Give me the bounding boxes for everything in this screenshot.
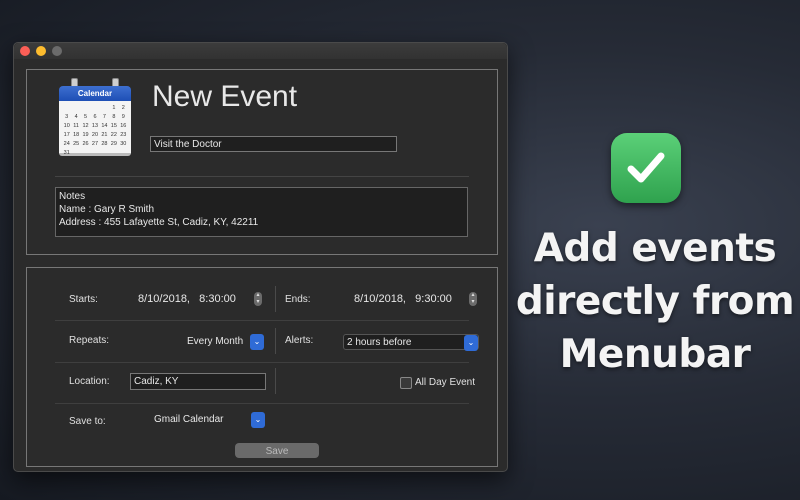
calendar-icon-day: 30: [120, 141, 127, 147]
calendar-icon-day: [100, 104, 109, 112]
calendar-icon-day: 27: [91, 141, 99, 147]
notes-textarea[interactable]: Notes Name : Gary R Smith Address : 455 …: [55, 187, 468, 237]
calendar-icon-day: 26: [82, 141, 89, 147]
row-separator: [55, 320, 469, 321]
calendar-icon-day: 9: [121, 114, 125, 120]
event-details-panel: Calendar 1 2 3 4 5 6 7 8 9 10 11 12 13 14 15 16 17 18 19 20…: [26, 69, 498, 255]
calendar-icon-day: 2: [121, 105, 125, 111]
calendar-icon-day: [62, 104, 71, 112]
calendar-icon-day: 7: [102, 114, 106, 120]
calendar-icon-day: 6: [93, 114, 97, 120]
calendar-icon-day: 5: [84, 114, 88, 120]
starts-stepper[interactable]: ▴ ▾: [254, 292, 262, 306]
alerts-value: 2 hours before: [347, 337, 412, 348]
row-separator: [55, 362, 469, 363]
calendar-icon-day: 23: [120, 132, 127, 138]
calendar-icon-day: 22: [110, 132, 117, 138]
calendar-icon-label: Calendar: [59, 86, 131, 101]
column-separator: [275, 328, 276, 354]
calendar-icon-day: [81, 104, 90, 112]
save-to-value: Gmail Calendar: [154, 414, 224, 425]
location-input[interactable]: Cadiz, KY: [130, 373, 266, 390]
calendar-icon-day: 10: [63, 123, 70, 129]
title-bar: [14, 43, 507, 59]
page-title: New Event: [152, 80, 298, 113]
repeats-label: Repeats:: [69, 335, 110, 346]
all-day-label: All Day Event: [415, 377, 476, 388]
promo-line: Add events: [533, 226, 777, 271]
calendar-icon-day: 24: [63, 141, 70, 147]
calendar-icon-day: 11: [73, 123, 79, 129]
calendar-icon-day: 29: [110, 141, 117, 147]
calendar-icon-day: 14: [101, 123, 108, 129]
calendar-icon: Calendar 1 2 3 4 5 6 7 8 9 10 11 12 13 14 15 16 17 18 19 20…: [57, 78, 133, 160]
row-separator: [55, 403, 469, 404]
column-separator: [275, 368, 276, 394]
calendar-icon-day: 17: [63, 132, 70, 138]
checkmark-badge: [611, 133, 681, 203]
close-button[interactable]: [20, 46, 30, 56]
promo-line: directly from: [515, 279, 795, 324]
promo-line: Menubar: [559, 332, 751, 377]
column-separator: [275, 286, 276, 312]
all-day-checkbox[interactable]: [400, 377, 412, 389]
calendar-icon-day: 13: [91, 123, 99, 129]
location-label: Location:: [69, 376, 110, 387]
chevron-down-icon: ⌄: [250, 334, 264, 350]
repeats-select[interactable]: Every Month ⌄: [184, 334, 264, 350]
ends-datetime[interactable]: 8/10/2018, 9:30:00: [354, 293, 452, 305]
alerts-select[interactable]: 2 hours before ⌄: [343, 334, 479, 351]
calendar-icon-day: 16: [120, 123, 127, 129]
calendar-icon-day: 20: [91, 132, 99, 138]
event-settings-panel: Starts: 8/10/2018, 8:30:00 ▴ ▾ Ends: 8/10…: [26, 267, 498, 467]
save-button[interactable]: Save: [235, 443, 319, 458]
alerts-label: Alerts:: [285, 335, 314, 346]
calendar-icon-day: 31: [63, 150, 70, 156]
calendar-icon-day: 28: [101, 141, 108, 147]
chevron-down-icon: ⌄: [251, 412, 265, 428]
notes-line: Notes: [59, 191, 86, 202]
event-title-input[interactable]: Visit the Doctor: [150, 136, 397, 152]
repeats-value: Every Month: [187, 336, 244, 347]
calendar-icon-day: 12: [82, 123, 89, 129]
zoom-button[interactable]: [52, 46, 62, 56]
ends-label: Ends:: [285, 294, 311, 305]
calendar-icon-day: 8: [112, 114, 116, 120]
promo-headline: Add events directly from Menubar: [505, 222, 800, 381]
calendar-icon-day: 25: [73, 141, 80, 147]
divider: [55, 176, 469, 177]
checkmark-icon: [627, 152, 665, 183]
app-window: Calendar 1 2 3 4 5 6 7 8 9 10 11 12 13 14 15 16 17 18 19 20…: [13, 42, 508, 472]
minimize-button[interactable]: [36, 46, 46, 56]
calendar-icon-day: 1: [112, 105, 116, 111]
calendar-icon-day: 21: [101, 132, 108, 138]
save-to-select[interactable]: Gmail Calendar ⌄: [151, 412, 265, 428]
calendar-icon-day: 4: [74, 114, 78, 120]
calendar-icon-day: [90, 104, 99, 112]
notes-line: Name : Gary R Smith: [59, 204, 155, 215]
ends-stepper[interactable]: ▴ ▾: [469, 292, 477, 306]
notes-line: Address : 455 Lafayette St, Cadiz, KY, 4…: [59, 217, 259, 228]
save-to-label: Save to:: [69, 416, 106, 427]
calendar-icon-grid: 1 2 3 4 5 6 7 8 9 10 11 12 13 14 15 16 17 18 19 20 21 22 23 24 2…: [62, 104, 128, 157]
starts-datetime[interactable]: 8/10/2018, 8:30:00: [138, 293, 236, 305]
calendar-icon-day: 15: [110, 123, 117, 129]
chevron-down-icon: ⌄: [464, 335, 478, 351]
calendar-icon-day: [71, 104, 80, 112]
starts-label: Starts:: [69, 294, 98, 305]
calendar-icon-day: 18: [73, 132, 80, 138]
calendar-icon-day: 19: [82, 132, 89, 138]
calendar-icon-day: 3: [65, 114, 69, 120]
